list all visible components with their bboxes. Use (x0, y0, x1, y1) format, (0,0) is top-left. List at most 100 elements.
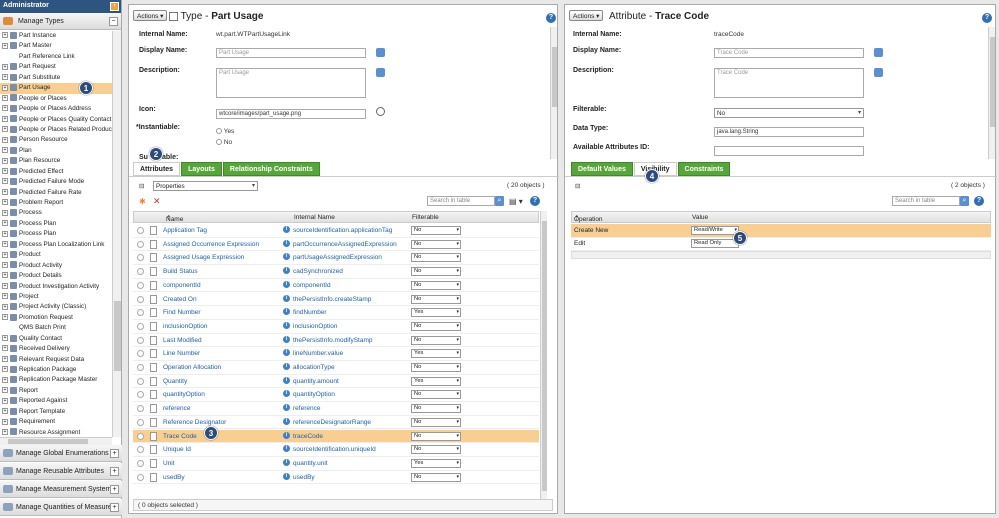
info-icon[interactable]: i (283, 335, 290, 343)
info-icon[interactable]: i (283, 294, 290, 302)
info-icon[interactable]: i (283, 239, 290, 247)
info-icon[interactable]: i (283, 253, 290, 261)
info-icon[interactable]: i (283, 376, 290, 384)
expand-icon[interactable]: + (2, 63, 8, 70)
tree-item[interactable]: + Part Instance (0, 31, 112, 41)
row-select-radio[interactable] (137, 432, 144, 440)
filterable-select[interactable]: No (411, 280, 461, 290)
internal-name-link[interactable]: sourceIdentification.applicationTag (293, 227, 392, 234)
tree-item[interactable]: + Quality Contact (0, 334, 112, 344)
attribute-name-link[interactable]: Unique Id (163, 446, 191, 453)
row-select-radio[interactable] (137, 268, 144, 276)
tree-horizontal-scrollbar[interactable] (0, 437, 112, 445)
expand-icon[interactable]: + (2, 335, 8, 342)
attribute-name-link[interactable]: componentId (163, 282, 201, 289)
filterable-select[interactable]: No (411, 390, 461, 400)
expand-icon[interactable]: + (2, 355, 8, 362)
tree-item[interactable]: + Part Usage (0, 83, 112, 94)
attribute-name-link[interactable]: Last Modified (163, 337, 202, 344)
table-row[interactable]: Quantity i quantity.amount Yes (133, 375, 539, 389)
filterable-select[interactable]: No (411, 363, 461, 372)
display-name-input[interactable]: Part Usage (216, 48, 366, 58)
internal-name-link[interactable]: usedBy (293, 474, 315, 481)
help-icon[interactable]: ? (974, 196, 984, 206)
table-search-input[interactable]: Search in table (427, 196, 495, 206)
tree-item[interactable]: + Promotion Request (0, 313, 112, 323)
expand-icon[interactable]: + (2, 376, 8, 383)
visibility-select[interactable]: Read/Write (691, 226, 739, 235)
actions-menu-button[interactable]: Actions ▾ (569, 10, 604, 21)
filterable-select[interactable]: Yes (411, 349, 461, 359)
filterable-select[interactable]: No (411, 253, 461, 263)
tree-item[interactable]: +QMS Batch Print (0, 323, 112, 333)
collapse-minus-icon[interactable]: − (109, 17, 118, 26)
tree-item[interactable]: +Part Reference Link (0, 52, 112, 62)
attribute-name-link[interactable]: Line Number (163, 350, 200, 357)
expand-icon[interactable]: + (2, 428, 8, 435)
tree-item[interactable]: + Report Template (0, 407, 112, 417)
collapse-icon[interactable]: ⊟ (139, 182, 144, 190)
expand-icon[interactable]: + (2, 32, 8, 39)
tree-vertical-scrollbar[interactable] (112, 31, 121, 437)
expand-icon[interactable]: + (2, 251, 8, 258)
expand-icon[interactable]: + (2, 220, 8, 227)
attribute-name-link[interactable]: Find Number (163, 309, 201, 316)
accordion-manage-measurement-systems[interactable]: Manage Measurement Systems + (0, 481, 122, 498)
tree-item[interactable]: + Process Plan (0, 219, 112, 229)
attribute-name-link[interactable]: usedBy (163, 474, 185, 481)
expand-icon[interactable]: + (2, 293, 8, 300)
filterable-select[interactable]: No (714, 108, 864, 118)
new-attribute-icon[interactable]: ✱ (139, 197, 146, 206)
info-icon[interactable]: i (283, 431, 290, 439)
internal-name-link[interactable]: componentId (293, 282, 331, 289)
filterable-select[interactable]: No (411, 294, 461, 304)
info-icon[interactable]: i (283, 363, 290, 370)
info-icon[interactable]: i (283, 417, 290, 425)
localize-icon[interactable] (376, 68, 385, 77)
tree-item[interactable]: + Predicted Effect (0, 167, 112, 177)
data-type-input[interactable]: java.lang.String (714, 127, 864, 137)
expand-plus-icon[interactable]: + (110, 467, 119, 476)
tree-item[interactable]: + Received Delivery (0, 344, 112, 354)
expand-icon[interactable]: + (2, 397, 8, 404)
localize-icon[interactable] (874, 68, 883, 77)
row-select-radio[interactable] (137, 254, 144, 262)
help-icon[interactable]: ? (546, 13, 556, 23)
tree-item[interactable]: + Requirement (0, 417, 112, 427)
row-select-radio[interactable] (137, 377, 144, 385)
table-row[interactable]: Unique Id i sourceIdentification.uniqueId N… (133, 443, 539, 457)
tab-constraints[interactable]: Constraints (677, 162, 731, 176)
internal-name-link[interactable]: thePersistInfo.modifyStamp (293, 337, 372, 344)
table-row[interactable]: Unit i quantity.unit Yes (133, 457, 539, 471)
detail-scrollbar[interactable] (988, 27, 995, 159)
info-icon[interactable]: i (283, 445, 290, 453)
attribute-name-link[interactable]: reference (163, 405, 190, 412)
table-row[interactable]: componentId i componentId No (133, 279, 539, 293)
row-select-radio[interactable] (137, 309, 144, 317)
gear-icon[interactable] (376, 107, 385, 116)
accordion-manage-reusable-attributes[interactable]: Manage Reusable Attributes + (0, 463, 122, 480)
tab-default-values[interactable]: Default Values (571, 162, 633, 176)
view-options-icon[interactable]: ▤ ▾ (509, 197, 523, 206)
table-horizontal-scrollbar[interactable] (571, 251, 991, 259)
internal-name-link[interactable]: partUsageAssignedExpression (293, 254, 382, 261)
expand-icon[interactable]: + (2, 345, 8, 352)
expand-icon[interactable]: + (2, 408, 8, 415)
description-textarea[interactable]: Part Usage (216, 68, 366, 98)
table-row[interactable]: Find Number i findNumber Yes (133, 306, 539, 320)
tree-item[interactable]: + Predicted Failure Rate (0, 188, 112, 198)
row-select-radio[interactable] (137, 350, 144, 358)
info-icon[interactable]: i (283, 390, 290, 398)
internal-name-link[interactable]: inclusionOption (293, 323, 337, 330)
internal-name-link[interactable]: cadSynchronized (293, 268, 343, 275)
accordion-manage-quantities-of-measure[interactable]: Manage Quantities of Measure + (0, 499, 122, 516)
view-select[interactable]: Properties (153, 181, 258, 191)
filterable-select[interactable]: No (411, 417, 461, 427)
attribute-name-link[interactable]: Created On (163, 296, 197, 303)
attribute-name-link[interactable]: Trace Code (163, 433, 197, 440)
row-select-radio[interactable] (137, 473, 144, 481)
internal-name-link[interactable]: quantity.unit (293, 460, 328, 467)
row-select-radio[interactable] (137, 227, 144, 234)
manage-types-accordion[interactable]: Manage Types − (0, 13, 121, 30)
tab-relationship-constraints[interactable]: Relationship Constraints (222, 162, 320, 176)
